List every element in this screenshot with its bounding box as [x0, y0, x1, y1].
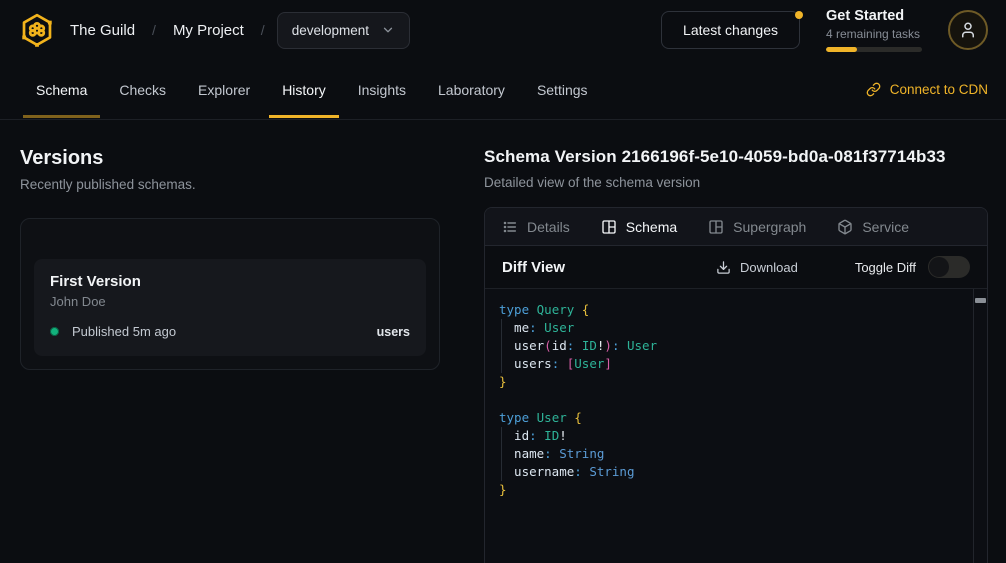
version-name: First Version	[50, 273, 410, 290]
version-detail-title: Schema Version 2166196f-5e10-4059-bd0a-0…	[484, 147, 988, 167]
detail-tab-supergraph[interactable]: Supergraph	[708, 219, 806, 235]
toggle-diff-switch[interactable]	[928, 256, 970, 278]
connect-cdn-label: Connect to CDN	[890, 82, 988, 97]
versions-title: Versions	[20, 147, 440, 170]
breadcrumb-org[interactable]: The Guild	[70, 22, 135, 39]
list-icon	[502, 219, 518, 235]
detail-tab-schema[interactable]: Schema	[601, 219, 677, 235]
detail-tab-bar: Details Schema Supergraph	[485, 208, 987, 246]
download-icon	[716, 260, 731, 275]
layout-panels-icon	[708, 219, 724, 235]
cube-icon	[837, 219, 853, 235]
target-selector[interactable]: development	[277, 12, 410, 49]
nav-tab-settings[interactable]: Settings	[524, 60, 601, 119]
versions-card: First Version John Doe Published 5m ago …	[20, 218, 440, 370]
versions-panel: Versions Recently published schemas. Fir…	[0, 120, 460, 563]
nav-tab-insights[interactable]: Insights	[345, 60, 419, 119]
nav-tab-history[interactable]: History	[269, 60, 339, 119]
chevron-down-icon	[381, 23, 395, 37]
latest-changes-button[interactable]: Latest changes	[661, 11, 800, 49]
nav-tab-schema[interactable]: Schema	[23, 60, 100, 119]
version-service-badge: users	[377, 325, 410, 339]
notification-dot	[795, 11, 803, 19]
get-started-subtitle: 4 remaining tasks	[826, 27, 922, 41]
nav-tab-laboratory[interactable]: Laboratory	[425, 60, 518, 119]
download-button[interactable]: Download	[716, 260, 798, 275]
scrollbar-track[interactable]	[973, 289, 974, 563]
detail-tab-details[interactable]: Details	[502, 219, 570, 235]
main-nav: Schema Checks Explorer History Insights …	[0, 60, 1006, 120]
layout-panels-icon	[601, 219, 617, 235]
nav-tab-checks[interactable]: Checks	[106, 60, 179, 119]
hive-logo-icon[interactable]	[18, 11, 56, 49]
nav-tab-explorer[interactable]: Explorer	[185, 60, 263, 119]
toggle-diff-label: Toggle Diff	[855, 260, 916, 275]
breadcrumb-separator: /	[152, 22, 156, 38]
app-header: The Guild / My Project / development Lat…	[0, 0, 1006, 60]
version-author: John Doe	[50, 294, 410, 309]
breadcrumb-project[interactable]: My Project	[173, 22, 244, 39]
switch-knob	[929, 257, 949, 277]
get-started-title: Get Started	[826, 8, 922, 24]
versions-subtitle: Recently published schemas.	[20, 177, 440, 192]
indent-guide	[501, 319, 502, 373]
version-detail-subtitle: Detailed view of the schema version	[484, 175, 988, 190]
diff-view-title: Diff View	[502, 259, 565, 276]
link-icon	[866, 82, 881, 97]
breadcrumb-separator: /	[261, 22, 265, 38]
version-detail-panel: Schema Version 2166196f-5e10-4059-bd0a-0…	[460, 120, 1006, 563]
diff-view-toolbar: Diff View Download Toggle Diff	[485, 246, 987, 289]
version-list-item[interactable]: First Version John Doe Published 5m ago …	[34, 259, 426, 356]
get-started-widget[interactable]: Get Started 4 remaining tasks	[826, 8, 922, 52]
avatar[interactable]	[948, 10, 988, 50]
connect-cdn-link[interactable]: Connect to CDN	[866, 60, 988, 119]
get-started-progress	[826, 47, 922, 52]
schema-code-viewer[interactable]: type Query { me: User user(id: ID!): Use…	[485, 289, 987, 563]
schema-sdl-code: type Query { me: User user(id: ID!): Use…	[485, 289, 987, 511]
breadcrumb: The Guild / My Project /	[70, 22, 265, 39]
target-selector-value: development	[292, 23, 369, 38]
user-icon	[959, 21, 977, 39]
detail-tab-service[interactable]: Service	[837, 219, 909, 235]
indent-guide	[501, 427, 502, 481]
scrollbar-thumb[interactable]	[975, 298, 986, 303]
published-status-dot	[50, 327, 59, 336]
version-status: Published 5m ago	[72, 324, 176, 339]
